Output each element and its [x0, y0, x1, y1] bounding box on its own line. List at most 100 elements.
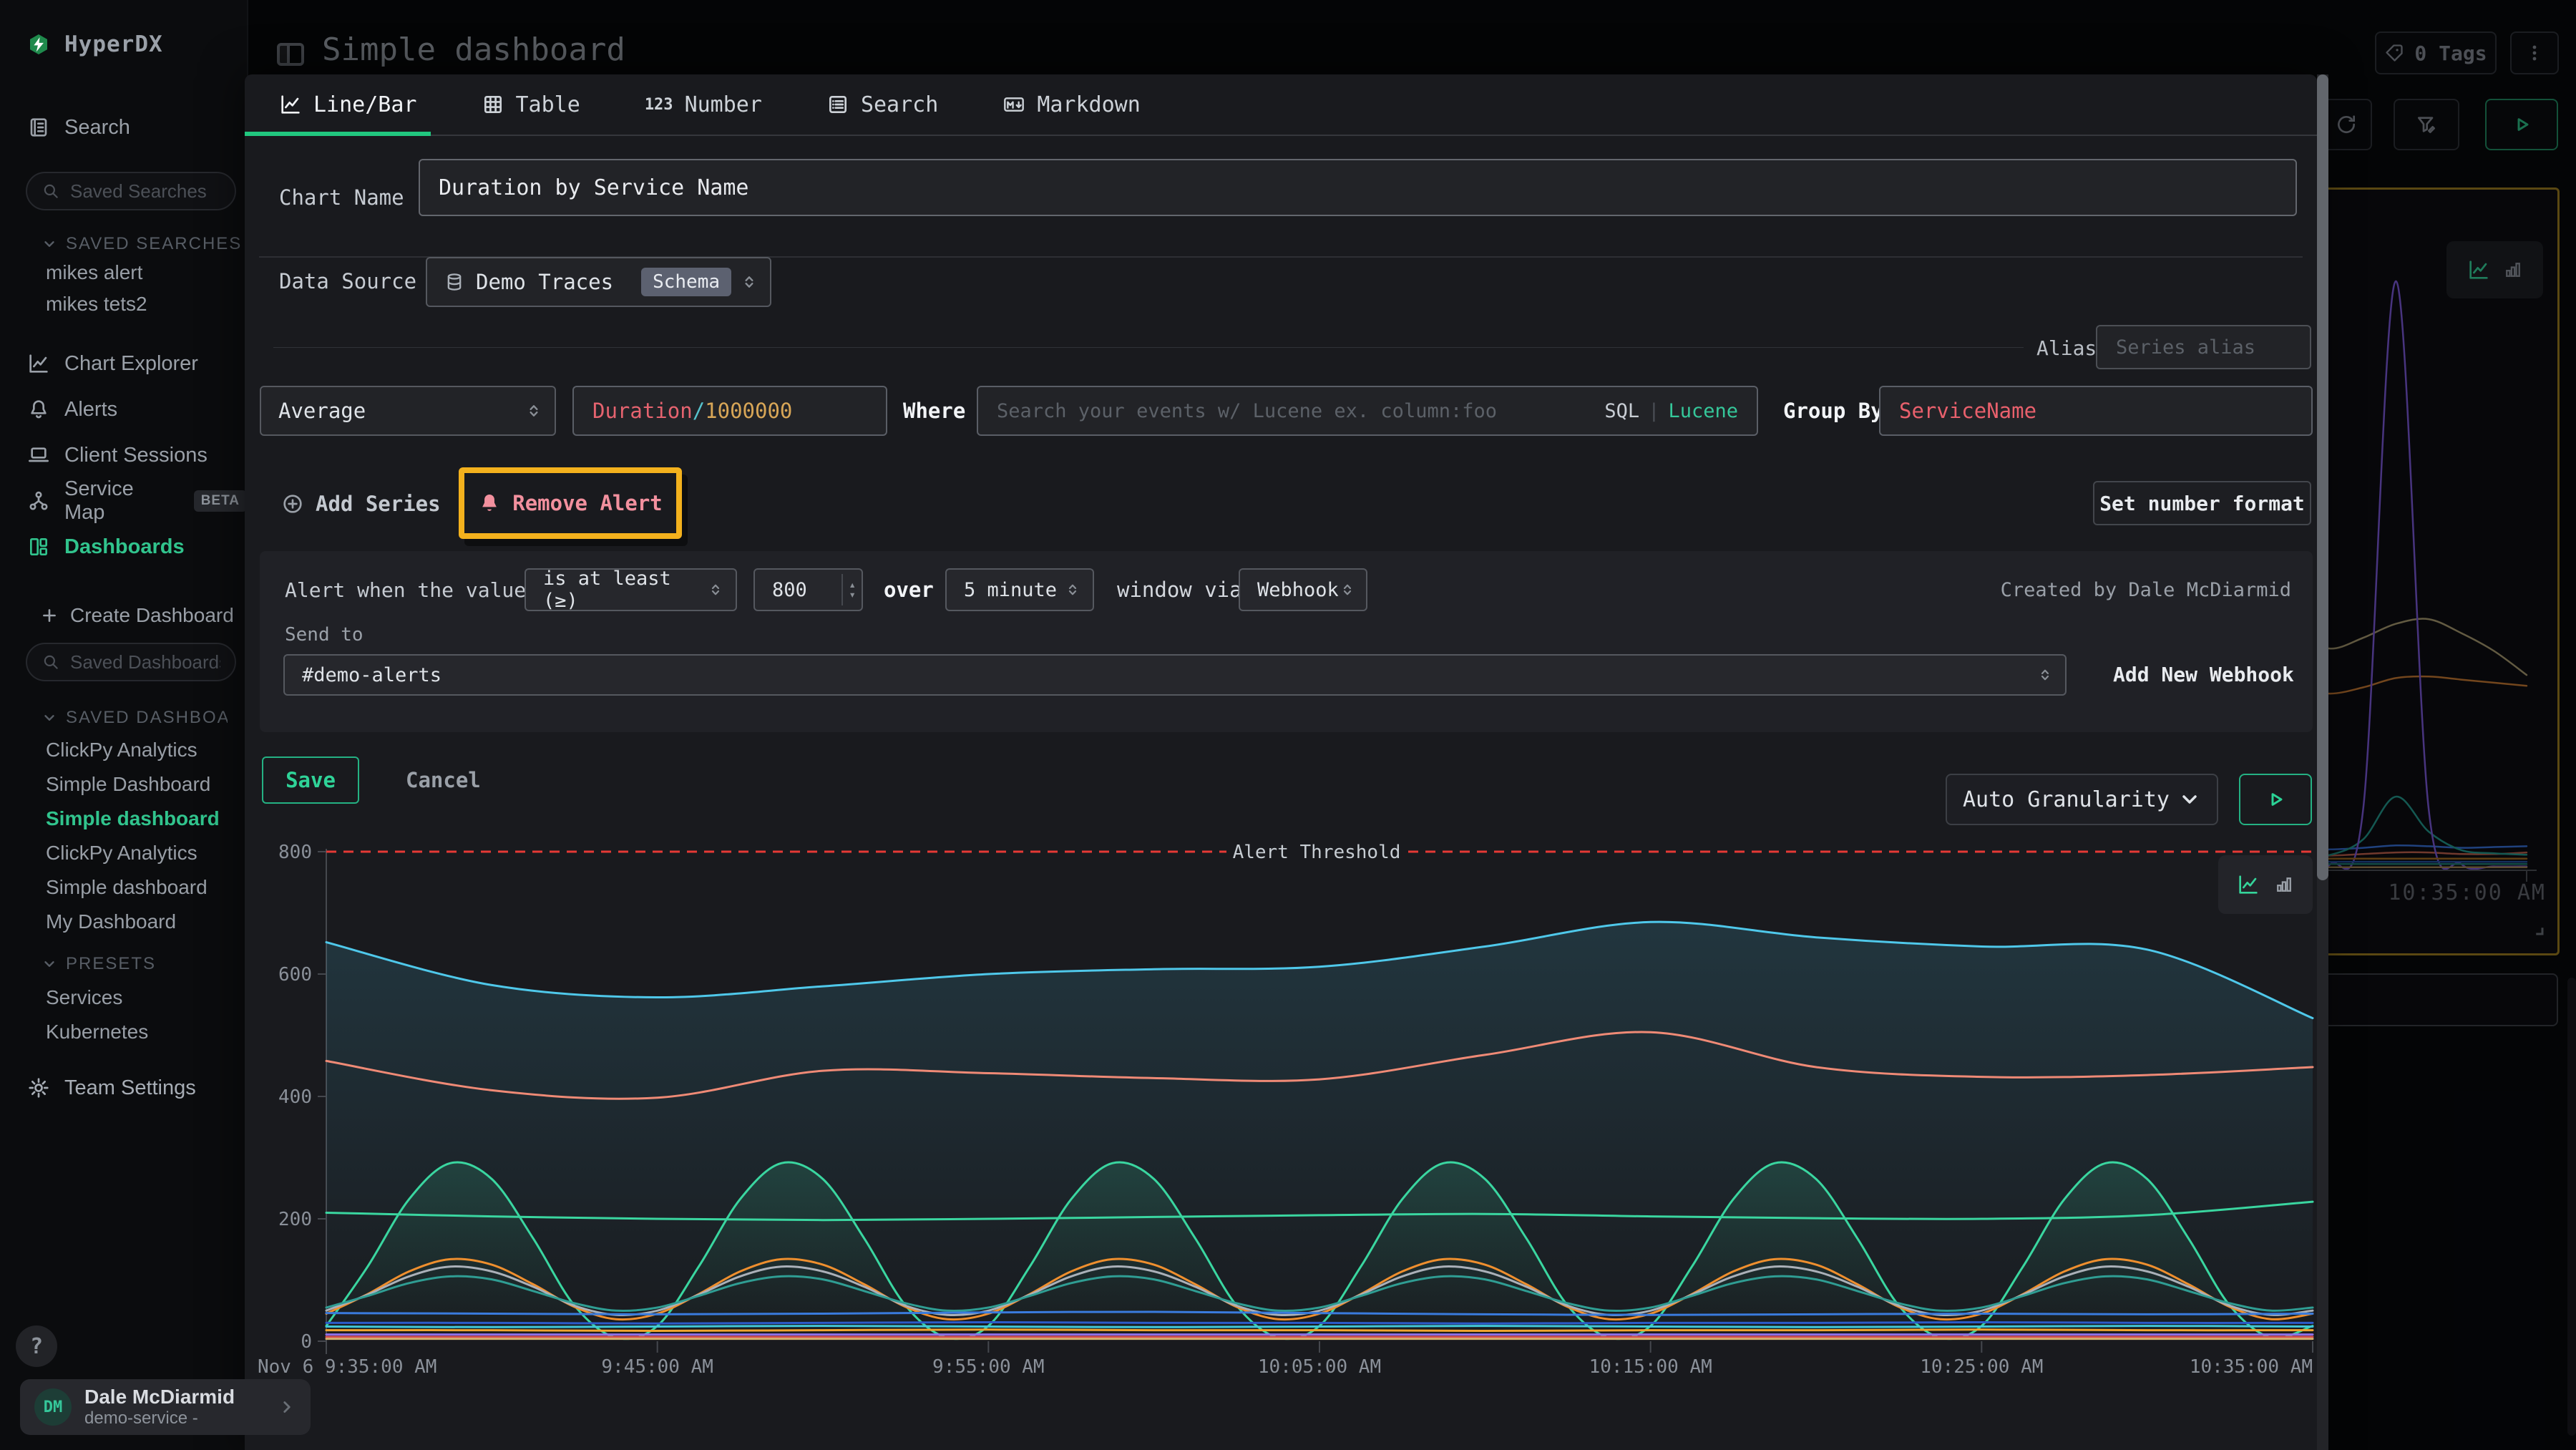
- sidebar-item-label: Dashboards: [64, 535, 185, 559]
- alias-input[interactable]: [2096, 325, 2311, 369]
- dashboard-item[interactable]: Simple dashboard: [46, 873, 208, 902]
- cancel-label: Cancel: [406, 768, 481, 792]
- alert-channel-select[interactable]: Webhook: [1239, 568, 1367, 611]
- lucene-mode-toggle[interactable]: Lucene: [1668, 400, 1738, 422]
- sidebar-item-label: Alerts: [64, 398, 117, 422]
- modal-scrollbar-thumb[interactable]: [2317, 74, 2328, 880]
- main-chart: 0200400600800Nov 6 9:35:00 AM9:45:00 AM9…: [250, 823, 2317, 1381]
- svg-text:9:55:00 AM: 9:55:00 AM: [932, 1356, 1045, 1378]
- saved-search-item[interactable]: mikes alert: [46, 258, 142, 287]
- aggregation-select[interactable]: Average: [260, 386, 556, 436]
- field-expression-input[interactable]: Duration/1000000: [572, 386, 887, 436]
- create-dashboard-button[interactable]: Create Dashboard: [40, 600, 234, 631]
- granularity-value: Auto Granularity: [1963, 787, 2170, 812]
- dashboard-item[interactable]: My Dashboard: [46, 908, 176, 936]
- run-chart-button[interactable]: [2239, 774, 2312, 825]
- app-logo-text: HyperDX: [64, 31, 163, 57]
- saved-searches-input[interactable]: Saved Searches: [26, 172, 236, 210]
- sidebar-item-dashboards[interactable]: Dashboards: [27, 531, 185, 563]
- svg-text:600: 600: [278, 964, 312, 986]
- table-icon: [482, 93, 504, 116]
- saved-searches-header[interactable]: SAVED SEARCHES: [42, 232, 242, 256]
- alert-condition-select[interactable]: is at least (≥): [525, 568, 737, 611]
- sql-mode-toggle[interactable]: SQL: [1604, 400, 1639, 422]
- add-new-webhook-button[interactable]: Add New Webhook: [2113, 660, 2294, 688]
- data-source-select[interactable]: Demo Traces Schema: [426, 257, 771, 307]
- over-label: over: [884, 575, 934, 604]
- avatar-initials: DM: [44, 1398, 63, 1416]
- saved-search-item[interactable]: mikes tets2: [46, 290, 147, 318]
- window-via-label: window via: [1117, 575, 1242, 604]
- svg-text:Alert Threshold: Alert Threshold: [1233, 842, 1401, 863]
- granularity-select[interactable]: Auto Granularity: [1946, 774, 2218, 825]
- line-chart-icon: [2237, 873, 2260, 896]
- chart-name-label: Chart Name: [279, 183, 404, 212]
- bell-icon: [478, 492, 501, 515]
- chevron-right-icon: [278, 1398, 296, 1416]
- data-source-value: Demo Traces: [476, 270, 613, 294]
- save-button[interactable]: Save: [262, 756, 359, 804]
- tab-label: Number: [685, 92, 762, 117]
- tab-markdown[interactable]: Markdown: [1002, 74, 1141, 135]
- dashboards-icon: [27, 535, 50, 558]
- sidebar-item-client-sessions[interactable]: Client Sessions: [27, 439, 208, 471]
- app-logo[interactable]: HyperDX: [27, 29, 163, 60]
- remove-alert-button[interactable]: Remove Alert: [478, 491, 663, 515]
- cancel-button[interactable]: Cancel: [406, 764, 481, 797]
- create-dashboard-label: Create Dashboard: [70, 604, 234, 627]
- saved-dashboards-input[interactable]: Saved Dashboards: [26, 643, 236, 681]
- edit-chart-modal: Line/Bar Table 123 Number Search Markdow…: [245, 74, 2317, 1450]
- sidebar-item-team-settings[interactable]: Team Settings: [27, 1072, 196, 1104]
- dashboard-item[interactable]: ClickPy Analytics: [46, 839, 197, 867]
- tab-search[interactable]: Search: [826, 74, 938, 135]
- saved-searches-placeholder: Saved Searches: [70, 180, 207, 203]
- alert-condition-value: is at least (≥): [543, 568, 707, 612]
- tab-table[interactable]: Table: [482, 74, 580, 135]
- group-by-value: ServiceName: [1899, 399, 2036, 423]
- tab-number[interactable]: 123 Number: [645, 74, 762, 135]
- search-icon: [42, 182, 60, 200]
- events-search-placeholder: Search your events w/ Lucene ex. column:…: [997, 400, 1497, 422]
- number-stepper[interactable]: ▴▾: [841, 574, 856, 605]
- sidebar-item-alerts[interactable]: Alerts: [27, 394, 117, 425]
- preset-item[interactable]: Kubernetes: [46, 1018, 148, 1046]
- help-button[interactable]: ?: [16, 1325, 57, 1367]
- bell-icon: [27, 398, 50, 421]
- chart-name-input[interactable]: [419, 159, 2297, 216]
- dashboard-item-active[interactable]: Simple dashboard: [46, 804, 220, 833]
- tab-line-bar[interactable]: Line/Bar: [279, 74, 417, 135]
- app-root: { "app": {"logo": "HyperDX"}, "sidebar":…: [0, 0, 2576, 1450]
- markdown-icon: [1002, 93, 1025, 116]
- alert-window-select[interactable]: 5 minute: [945, 568, 1094, 611]
- chart-type-toggle[interactable]: [2218, 855, 2313, 914]
- sidebar-item-chart-explorer[interactable]: Chart Explorer: [27, 348, 198, 379]
- alert-window-value: 5 minute: [964, 579, 1057, 601]
- presets-header[interactable]: PRESETS: [42, 952, 156, 976]
- set-number-format-button[interactable]: Set number format: [2093, 481, 2311, 525]
- svg-text:10:05:00 AM: 10:05:00 AM: [1258, 1356, 1381, 1378]
- sidebar-item-search[interactable]: Search: [27, 112, 130, 143]
- events-search-input[interactable]: Search your events w/ Lucene ex. column:…: [977, 386, 1758, 436]
- sidebar-item-service-map[interactable]: Service Map BETA: [27, 485, 247, 517]
- alert-channel-value: Webhook: [1257, 579, 1339, 601]
- svg-text:Nov 6 9:35:00 AM: Nov 6 9:35:00 AM: [258, 1356, 436, 1378]
- select-caret-icon: [707, 581, 724, 598]
- dashboard-item[interactable]: Simple Dashboard: [46, 770, 210, 799]
- select-caret-icon: [740, 273, 758, 291]
- dashboard-item[interactable]: ClickPy Analytics: [46, 736, 197, 764]
- group-by-input[interactable]: ServiceName: [1879, 386, 2313, 436]
- saved-dashboards-header[interactable]: SAVED DASHBOARDS: [42, 706, 228, 730]
- sidebar-item-label: Chart Explorer: [64, 352, 198, 376]
- add-series-button[interactable]: Add Series: [281, 487, 441, 521]
- tab-label: Markdown: [1037, 92, 1141, 117]
- where-label: Where: [903, 396, 965, 425]
- send-to-select[interactable]: #demo-alerts: [283, 654, 2067, 696]
- preset-item[interactable]: Services: [46, 983, 122, 1012]
- alert-threshold-input[interactable]: 800 ▴▾: [753, 568, 863, 611]
- user-menu[interactable]: DM Dale McDiarmid demo-service -: [20, 1379, 311, 1435]
- user-subtitle: demo-service -: [84, 1408, 265, 1429]
- user-name: Dale McDiarmid: [84, 1386, 265, 1408]
- add-series-label: Add Series: [316, 492, 441, 516]
- line-chart-icon: [279, 93, 302, 116]
- send-to-label: Send to: [285, 624, 364, 646]
